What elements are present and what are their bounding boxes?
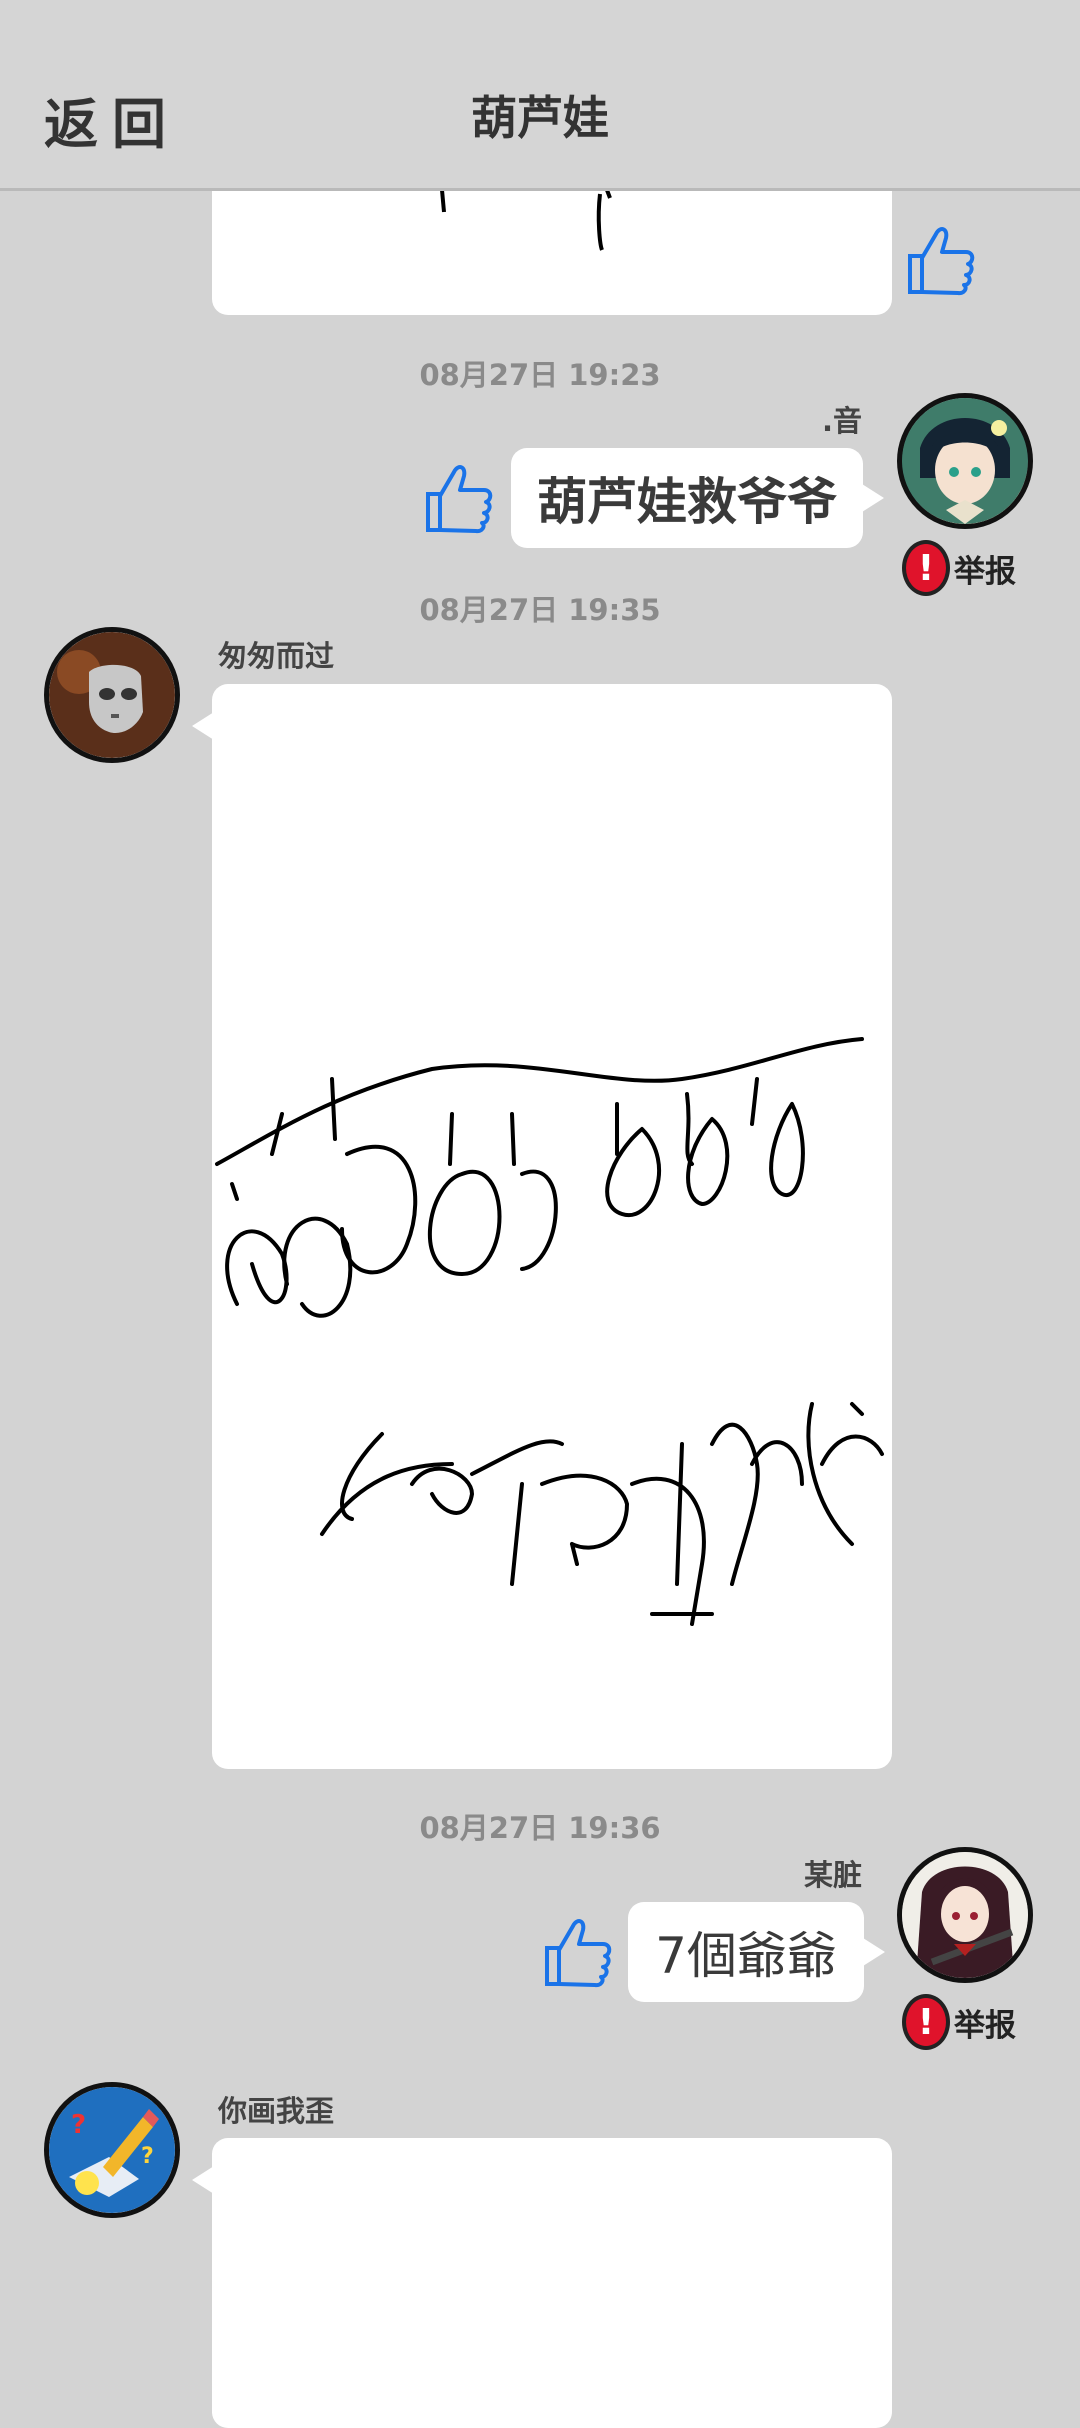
- top-bar: 返回 葫芦娃: [0, 0, 1080, 191]
- report-label: 举报: [954, 2007, 1016, 2044]
- avatar[interactable]: [897, 393, 1033, 529]
- timestamp: 08月27日 19:36: [419, 1811, 661, 1845]
- timestamp: 08月27日 19:23: [419, 358, 661, 392]
- timestamp: 08月27日 19:35: [419, 593, 661, 627]
- bubble-tail: [862, 484, 884, 512]
- message-bubble[interactable]: 葫芦娃救爷爷: [511, 448, 863, 548]
- drawing-image[interactable]: [212, 684, 892, 1769]
- bubble-tail: [863, 1938, 885, 1966]
- username: 匆匆而过: [218, 639, 335, 673]
- avatar-image: [902, 1852, 1028, 1978]
- bubble-tail: [192, 712, 214, 740]
- avatar-image: [49, 632, 175, 758]
- svg-text:?: ?: [141, 2144, 154, 2169]
- username: 某脏: [803, 1858, 862, 1892]
- report-button[interactable]: ! 举报: [902, 1994, 1016, 2050]
- avatar[interactable]: [44, 627, 180, 763]
- message-text: 葫芦娃救爷爷: [537, 473, 837, 531]
- username: .音: [821, 404, 862, 438]
- svg-text:?: ?: [71, 2110, 86, 2140]
- avatar[interactable]: [897, 1847, 1033, 1983]
- message-text: 7個爺爺: [655, 1927, 837, 1985]
- thumbs-up-icon[interactable]: [900, 220, 980, 300]
- drawing-image[interactable]: [212, 2138, 892, 2428]
- page-title: 葫芦娃: [471, 91, 609, 145]
- drawing-strokes: [215, 1037, 884, 1626]
- avatar-image: ? ?: [49, 2087, 175, 2213]
- username: 你画我歪: [218, 2094, 335, 2128]
- message-bubble[interactable]: 7個爺爺: [628, 1902, 864, 2002]
- thumbs-up-icon[interactable]: [537, 1912, 617, 1992]
- bubble-tail: [192, 2166, 214, 2194]
- report-icon: !: [902, 1994, 950, 2050]
- avatar[interactable]: ? ?: [44, 2082, 180, 2218]
- avatar-image: [902, 398, 1028, 524]
- report-label: 举报: [954, 553, 1016, 590]
- thumbs-up-icon[interactable]: [418, 458, 498, 538]
